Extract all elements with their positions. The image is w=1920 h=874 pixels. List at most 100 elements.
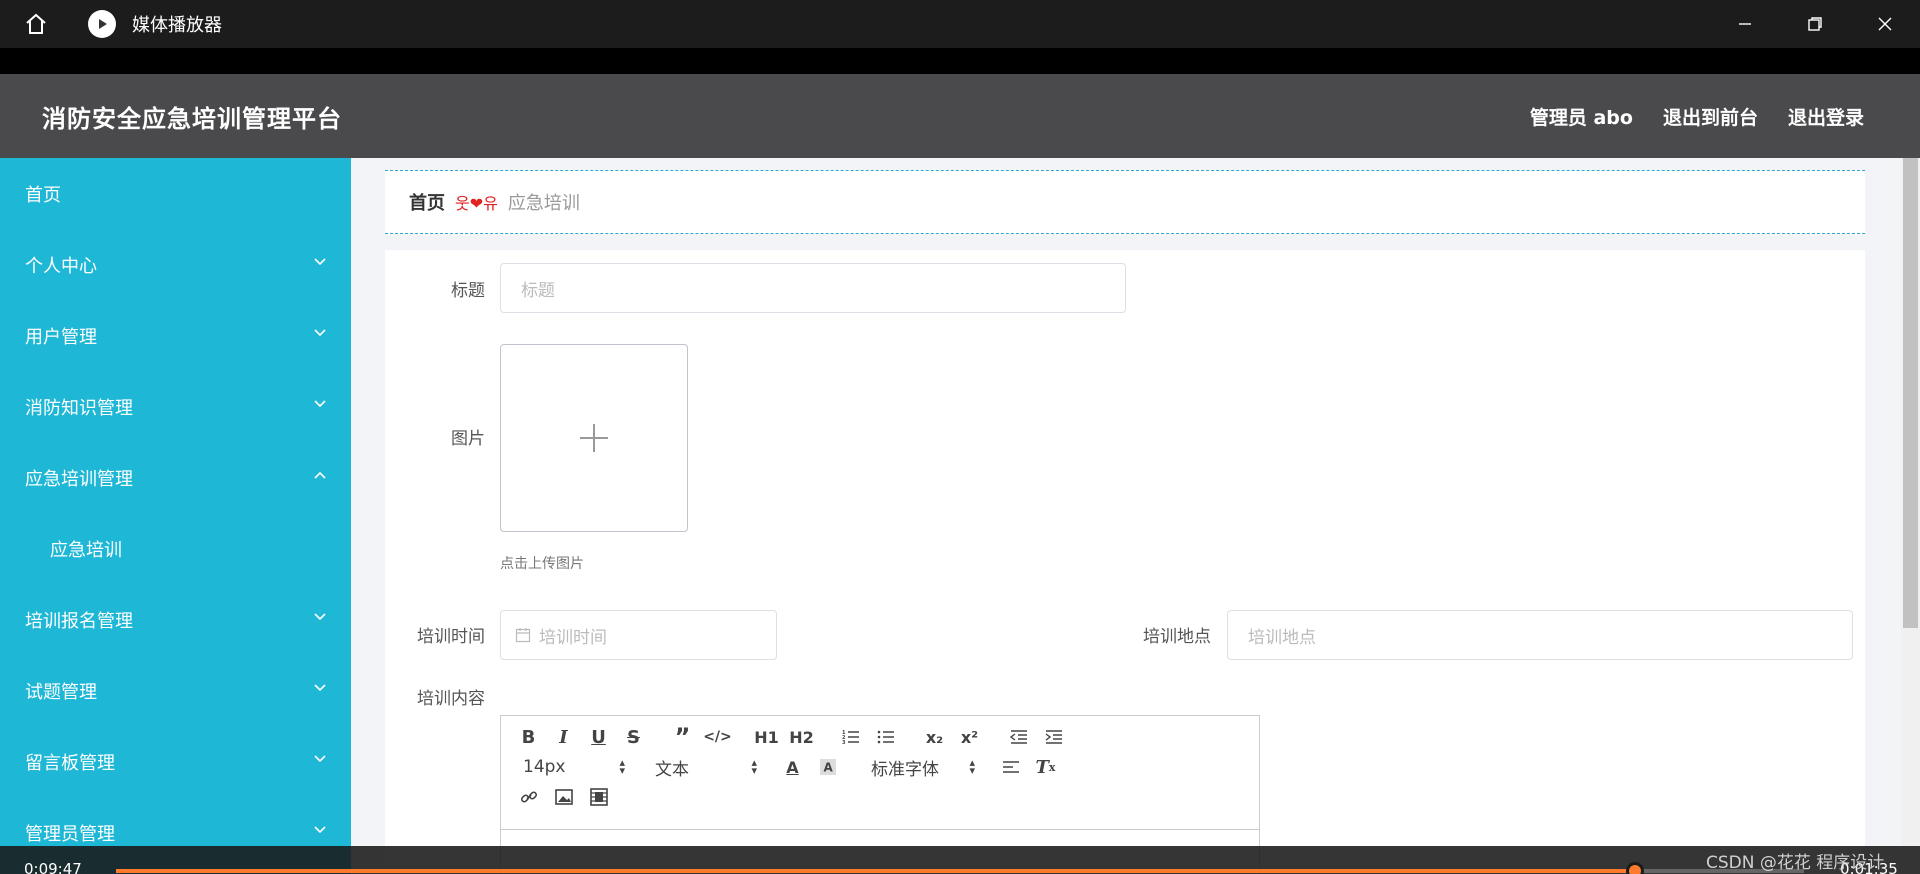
minimize-button[interactable] <box>1710 0 1780 48</box>
chevron-down-icon <box>314 613 326 621</box>
image-icon[interactable] <box>546 782 581 812</box>
align-left-icon[interactable] <box>993 752 1028 782</box>
sidebar-item-label: 管理员管理 <box>25 823 115 845</box>
background-color-icon[interactable]: A <box>810 752 845 782</box>
sidebar-item-emergency-training-management[interactable]: 应急培训管理 <box>0 442 351 513</box>
font-family-select[interactable]: 标准字体 ▴ ▾ <box>859 752 979 782</box>
sidebar-item-emergency-training[interactable]: 应急培训 <box>0 513 351 584</box>
chevron-down-icon <box>314 329 326 337</box>
media-player-controls: 0:09:47 0:01:35 CSDN @花花 程序设计 <box>0 846 1920 874</box>
title-input[interactable]: 标题 <box>500 263 1126 313</box>
text-style-select[interactable]: 文本 ▴ ▾ <box>643 752 761 782</box>
font-size-value: 14px <box>523 757 566 777</box>
select-arrows-icon: ▴ ▾ <box>969 756 975 777</box>
chevron-down-icon <box>314 400 326 408</box>
sidebar-item-training-registration[interactable]: 培训报名管理 <box>0 584 351 655</box>
calendar-icon <box>515 628 531 643</box>
outdent-icon[interactable] <box>1001 722 1036 752</box>
sidebar-item-home[interactable]: 首页 <box>0 158 351 229</box>
training-location-label: 培训地点 <box>1143 627 1211 647</box>
link-icon[interactable] <box>511 782 546 812</box>
sidebar-item-label: 试题管理 <box>25 681 97 703</box>
close-button[interactable] <box>1850 0 1920 48</box>
title-label: 标题 <box>451 281 485 301</box>
media-player-titlebar: 媒体播放器 <box>0 0 1920 48</box>
font-family-value: 标准字体 <box>871 759 939 780</box>
training-content-label: 培训内容 <box>417 689 485 709</box>
content-scrollbar[interactable] <box>1901 158 1920 874</box>
text-style-value: 文本 <box>655 759 689 780</box>
sidebar-item-label: 留言板管理 <box>25 752 115 774</box>
subscript-button[interactable]: x₂ <box>917 722 952 752</box>
sidebar: 首页 个人中心 用户管理 消防知识管理 应急培训管理 应急培训 培训报名管理 试… <box>0 158 351 874</box>
media-player-title: 媒体播放器 <box>132 15 222 36</box>
toolbar-row-1: B I U S ” </> H1 H2 123 x₂ x² <box>511 722 1249 752</box>
chevron-down-icon <box>314 258 326 266</box>
logout-link[interactable]: 退出登录 <box>1788 103 1864 130</box>
plus-icon <box>580 424 608 452</box>
sidebar-item-question-management[interactable]: 试题管理 <box>0 655 351 726</box>
sidebar-item-label: 应急培训管理 <box>25 468 133 490</box>
toolbar-row-3 <box>511 782 1249 812</box>
elapsed-time: 0:09:47 <box>24 860 82 874</box>
bullet-list-icon[interactable] <box>868 722 903 752</box>
heading-1-button[interactable]: H1 <box>749 722 784 752</box>
bold-button[interactable]: B <box>511 722 546 752</box>
chevron-down-icon <box>314 826 326 834</box>
underline-button[interactable]: U <box>581 722 616 752</box>
front-page-link[interactable]: 退出到前台 <box>1663 103 1758 130</box>
scrollbar-thumb[interactable] <box>1903 158 1918 628</box>
restore-button[interactable] <box>1780 0 1850 48</box>
select-arrows-icon: ▴ ▾ <box>751 756 757 777</box>
editor-toolbar: B I U S ” </> H1 H2 123 x₂ x² 14px ▴ ▾ 文… <box>501 716 1259 830</box>
top-nav-actions: 管理员 abo 退出到前台 退出登录 <box>1530 74 1864 158</box>
heading-2-button[interactable]: H2 <box>784 722 819 752</box>
font-color-icon[interactable]: A <box>775 752 810 782</box>
sidebar-item-message-board[interactable]: 留言板管理 <box>0 726 351 797</box>
blockquote-icon[interactable]: ” <box>665 722 700 752</box>
image-upload-box[interactable] <box>500 344 688 532</box>
main-content: 首页 웃❤유 应急培训 标题 标题 图片 点击上传图片 培训时间 培训时间 培训… <box>351 158 1901 874</box>
brand-title: 消防安全应急培训管理平台 <box>42 104 342 133</box>
training-location-input[interactable]: 培训地点 <box>1227 610 1853 660</box>
indent-icon[interactable] <box>1036 722 1071 752</box>
training-form: 标题 标题 图片 点击上传图片 培训时间 培训时间 培训地点 培训地点 培训内容 <box>385 250 1865 874</box>
seek-bar-handle[interactable] <box>1626 862 1645 874</box>
title-placeholder: 标题 <box>521 280 555 301</box>
training-time-placeholder: 培训时间 <box>539 627 607 648</box>
current-user-label: 管理员 abo <box>1529 106 1633 129</box>
code-block-icon[interactable]: </> <box>700 722 735 752</box>
sidebar-item-label: 个人中心 <box>25 255 97 277</box>
training-location-placeholder: 培训地点 <box>1248 627 1316 648</box>
seek-bar-progress <box>116 869 1636 873</box>
sidebar-item-label: 应急培训 <box>50 539 122 561</box>
breadcrumb-home[interactable]: 首页 <box>409 189 445 215</box>
upload-hint: 点击上传图片 <box>500 556 584 572</box>
clear-format-icon[interactable]: Tx <box>1028 752 1063 782</box>
seek-bar[interactable] <box>116 862 1804 874</box>
sidebar-item-label: 首页 <box>25 184 61 206</box>
ordered-list-icon[interactable]: 123 <box>833 722 868 752</box>
sidebar-item-label: 培训报名管理 <box>25 610 133 632</box>
sidebar-item-user-management[interactable]: 用户管理 <box>0 300 351 371</box>
csdn-watermark: CSDN @花花 程序设计 <box>1706 853 1885 873</box>
sidebar-item-label: 消防知识管理 <box>25 397 133 419</box>
breadcrumb-current: 应急培训 <box>507 193 580 214</box>
media-player-logo-icon <box>88 10 116 38</box>
video-icon[interactable] <box>581 782 616 812</box>
font-size-select[interactable]: 14px ▴ ▾ <box>511 752 629 782</box>
italic-button[interactable]: I <box>546 722 581 752</box>
toolbar-row-2: 14px ▴ ▾ 文本 ▴ ▾ A A 标准字体 ▴ ▾ T x <box>511 752 1249 782</box>
chevron-down-icon <box>314 684 326 692</box>
sidebar-item-label: 用户管理 <box>25 326 97 348</box>
app-window: 消防安全应急培训管理平台 管理员 abo 退出到前台 退出登录 首页 个人中心 … <box>0 74 1920 874</box>
training-time-picker[interactable]: 培训时间 <box>500 610 777 660</box>
window-controls <box>1710 0 1920 48</box>
superscript-button[interactable]: x² <box>952 722 987 752</box>
home-icon[interactable] <box>18 6 54 42</box>
chevron-down-icon <box>314 755 326 763</box>
strikethrough-button[interactable]: S <box>616 722 651 752</box>
chevron-up-icon <box>314 471 326 479</box>
sidebar-item-fire-knowledge[interactable]: 消防知识管理 <box>0 371 351 442</box>
sidebar-item-personal-center[interactable]: 个人中心 <box>0 229 351 300</box>
